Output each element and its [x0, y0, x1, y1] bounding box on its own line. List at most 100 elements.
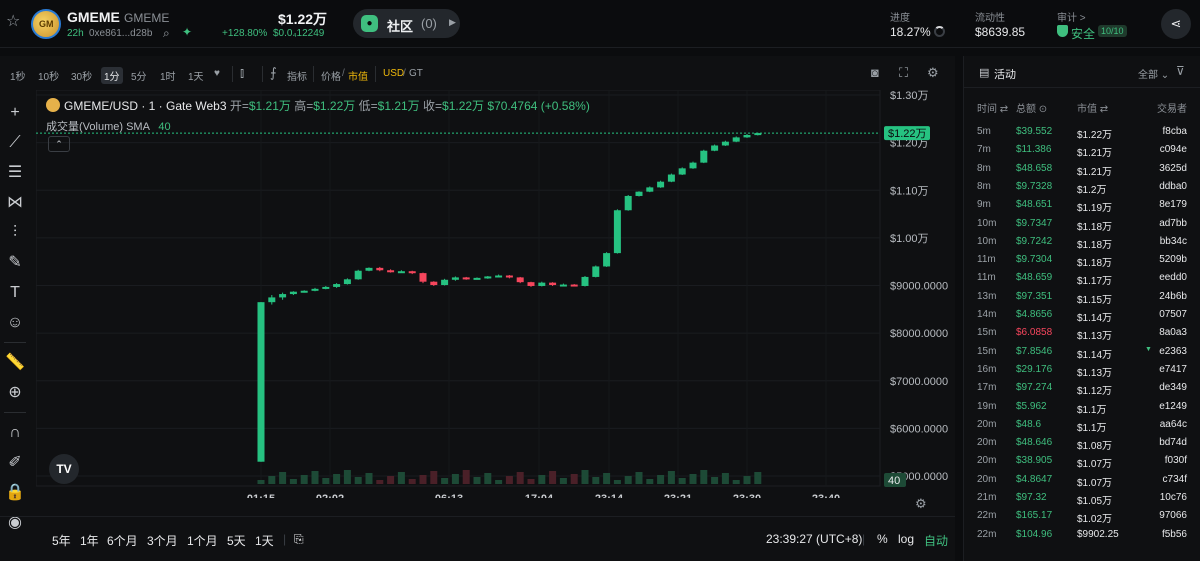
trade-trader[interactable]: 8e179: [1159, 199, 1187, 210]
interval-1m[interactable]: 1分: [101, 67, 123, 84]
trade-trader[interactable]: bb34c: [1160, 236, 1187, 247]
trade-row[interactable]: 14m $4.8656 $1.14万 07507: [964, 307, 1200, 324]
trade-trader[interactable]: 8a0a3: [1159, 327, 1187, 338]
candle-body[interactable]: [462, 277, 470, 280]
interval-1d[interactable]: 1天: [188, 68, 204, 83]
candle-body[interactable]: [657, 181, 665, 188]
trade-trader[interactable]: c734f: [1163, 474, 1187, 485]
trade-row[interactable]: 19m $5.962 $1.1万 e1249: [964, 399, 1200, 416]
col-mcap[interactable]: 市值 ⇄: [1077, 100, 1108, 115]
candle-body[interactable]: [441, 279, 449, 286]
range-3m[interactable]: 3个月: [147, 532, 178, 549]
trendline-icon[interactable]: ⟋: [4, 132, 26, 154]
trade-trader[interactable]: f5b56: [1162, 529, 1187, 540]
candle-body[interactable]: [538, 282, 546, 286]
interval-5m[interactable]: 5分: [131, 68, 147, 83]
candle-body[interactable]: [257, 302, 265, 462]
candle-body[interactable]: [613, 210, 621, 254]
candle-body[interactable]: [484, 276, 492, 279]
collapse-legend-button[interactable]: ⌃: [48, 136, 70, 152]
candle-body[interactable]: [376, 267, 384, 271]
audit-label[interactable]: 审计 >: [1057, 9, 1086, 24]
trade-row[interactable]: 13m $97.351 $1.15万 24b6b: [964, 289, 1200, 306]
trade-trader[interactable]: e1249: [1159, 401, 1187, 412]
trade-row[interactable]: 22m $104.96 $9902.25 f5b56: [964, 527, 1200, 544]
candle-body[interactable]: [570, 284, 578, 287]
candle-body[interactable]: [667, 174, 675, 182]
range-1y[interactable]: 1年: [80, 532, 99, 549]
col-time[interactable]: 时间 ⇄: [977, 100, 1008, 115]
candle-body[interactable]: [516, 277, 524, 283]
trade-row[interactable]: 8m $9.7328 $1.2万 ddba0: [964, 179, 1200, 196]
sparkle-icon[interactable]: ✦: [182, 25, 192, 39]
date-range-icon[interactable]: ⎘: [294, 532, 304, 547]
candle-body[interactable]: [678, 168, 686, 175]
trade-row[interactable]: 20m $48.6 $1.1万 aa64c: [964, 417, 1200, 434]
candle-body[interactable]: [343, 279, 351, 285]
candle-body[interactable]: [279, 294, 287, 298]
candle-body[interactable]: [646, 187, 654, 192]
trade-row[interactable]: 20m $38.905 $1.07万 f030f: [964, 453, 1200, 470]
trade-row[interactable]: 11m $9.7304 $1.18万 5209b: [964, 252, 1200, 269]
candle-body[interactable]: [408, 271, 416, 274]
candle-body[interactable]: [322, 286, 330, 289]
trade-trader[interactable]: bd74d: [1159, 437, 1187, 448]
trade-row[interactable]: 11m $48.659 $1.17万 eedd0: [964, 270, 1200, 287]
usd-toggle[interactable]: USD: [383, 68, 404, 79]
candle-body[interactable]: [743, 135, 751, 138]
tradingview-logo[interactable]: TV: [49, 454, 79, 484]
interval-1s[interactable]: 1秒: [10, 68, 26, 83]
candle-body[interactable]: [603, 253, 611, 267]
star-icon[interactable]: ☆: [6, 14, 22, 30]
candle-body[interactable]: [732, 137, 740, 142]
candle-body[interactable]: [592, 266, 600, 277]
horizontal-lines-icon[interactable]: ☰: [4, 162, 26, 184]
token-address[interactable]: 0xe861...d28b: [89, 28, 152, 39]
candle-body[interactable]: [289, 291, 297, 295]
brush-icon[interactable]: ✎: [4, 252, 26, 274]
gt-toggle[interactable]: GT: [409, 68, 423, 79]
candle-body[interactable]: [505, 275, 513, 278]
trade-row[interactable]: 15m $6.0858 $1.13万 8a0a3: [964, 325, 1200, 342]
candle-body[interactable]: [268, 297, 276, 303]
candle-body[interactable]: [365, 267, 373, 271]
candle-type-icon[interactable]: ⫾: [240, 65, 244, 81]
settings-gear-icon[interactable]: ⚙: [927, 65, 939, 81]
range-6m[interactable]: 6个月: [107, 532, 138, 549]
trade-row[interactable]: 10m $9.7242 $1.18万 bb34c: [964, 234, 1200, 251]
candle-body[interactable]: [635, 191, 643, 196]
ruler-icon[interactable]: 📏: [4, 352, 26, 374]
interval-10s[interactable]: 10秒: [38, 68, 59, 83]
search-icon[interactable]: ⌕: [163, 26, 170, 41]
candle-body[interactable]: [624, 195, 632, 211]
fib-icon[interactable]: ⫶: [4, 222, 26, 244]
activity-filter-select[interactable]: 全部 ⌄: [1138, 66, 1169, 81]
candle-body[interactable]: [689, 162, 697, 169]
candle-body[interactable]: [387, 270, 395, 273]
candle-body[interactable]: [549, 282, 557, 286]
share-button[interactable]: ⋖: [1161, 9, 1191, 39]
trade-trader[interactable]: de349: [1159, 382, 1187, 393]
trade-trader[interactable]: 3625d: [1159, 163, 1187, 174]
lock-icon[interactable]: 🔒: [4, 482, 26, 504]
trade-row[interactable]: 20m $48.646 $1.08万 bd74d: [964, 435, 1200, 452]
trade-trader[interactable]: e7417: [1159, 364, 1187, 375]
range-1d[interactable]: 1天: [255, 532, 274, 549]
candle-body[interactable]: [559, 284, 567, 287]
candle-body[interactable]: [473, 277, 481, 280]
trade-row[interactable]: 20m $4.8647 $1.07万 c734f: [964, 472, 1200, 489]
range-5d[interactable]: 5天: [227, 532, 246, 549]
trade-trader[interactable]: ddba0: [1159, 181, 1187, 192]
trade-row[interactable]: 8m $48.658 $1.21万 3625d: [964, 161, 1200, 178]
candle-body[interactable]: [581, 276, 589, 286]
trade-trader[interactable]: e2363: [1159, 346, 1187, 357]
col-amount[interactable]: 总额 ⊙: [1016, 100, 1047, 115]
trade-row[interactable]: 7m $11.386 $1.21万 c094e: [964, 142, 1200, 159]
trade-trader[interactable]: aa64c: [1160, 419, 1187, 430]
trade-trader[interactable]: ad7bb: [1159, 218, 1187, 229]
trade-trader[interactable]: f030f: [1165, 455, 1187, 466]
candle-body[interactable]: [527, 282, 535, 286]
candle-body[interactable]: [451, 277, 459, 280]
trade-trader[interactable]: f8cba: [1163, 126, 1187, 137]
crosshair-icon[interactable]: +: [4, 102, 26, 124]
